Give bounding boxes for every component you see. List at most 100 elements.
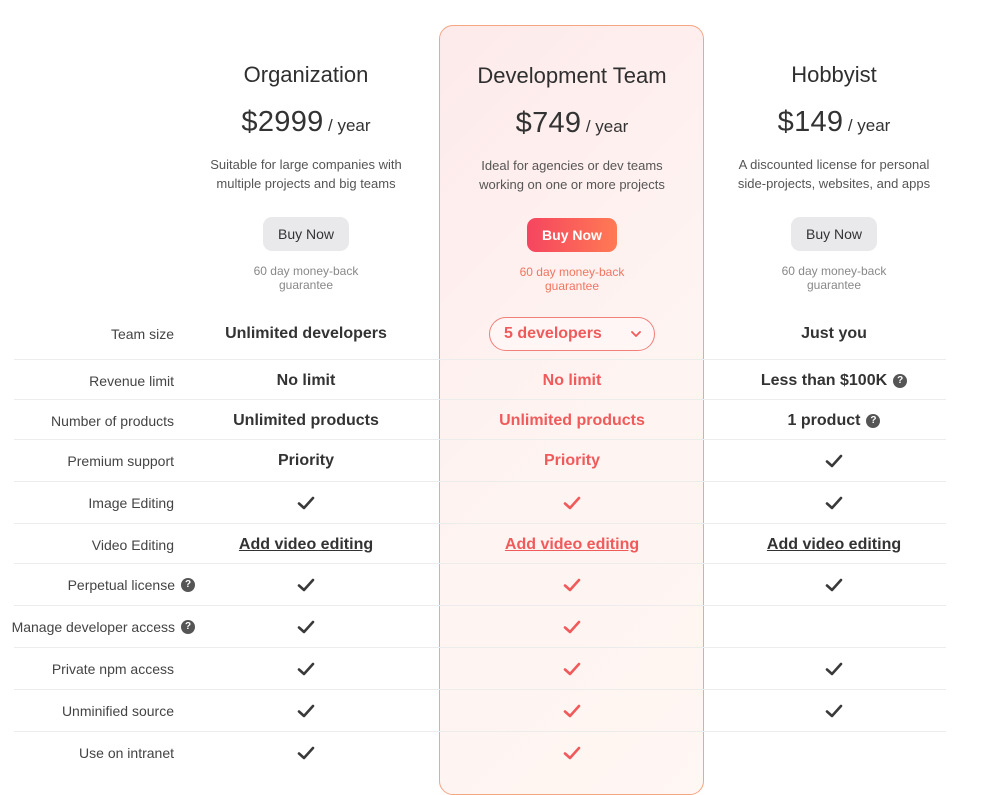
description-line: A discounted license for personal: [738, 157, 930, 172]
feature-row-revenue-limit: Revenue limit No limit No limit Less tha…: [14, 359, 946, 401]
add-video-editing-link[interactable]: Add video editing: [505, 536, 639, 554]
guarantee-note: 60 day money-back guarantee: [442, 265, 702, 293]
check-icon: [297, 578, 315, 591]
guarantee-line: guarantee: [806, 278, 862, 292]
plan-title: Organization: [243, 62, 369, 87]
guarantee-note: 60 day money-back guarantee: [704, 264, 964, 292]
team-image-editing: [442, 482, 702, 523]
price-amount: $149: [777, 106, 844, 138]
org-dev-access: [176, 606, 436, 647]
check-icon: [563, 746, 581, 759]
feature-label: Manage developer access: [11, 618, 175, 635]
price-period: / year: [847, 116, 891, 135]
description-line: Suitable for large companies with: [210, 157, 402, 172]
check-icon: [825, 662, 843, 675]
team-unminified: [442, 690, 702, 731]
buy-now-button-hobbyist[interactable]: Buy Now: [790, 217, 878, 251]
check-icon: [297, 704, 315, 717]
hobby-image-editing: [704, 482, 964, 523]
check-icon: [825, 704, 843, 717]
hobby-dev-access: [704, 606, 964, 647]
feature-label: Revenue limit: [89, 372, 174, 389]
hobby-revenue-limit-cell: Less than $100K ?: [704, 360, 964, 401]
feature-row-private-npm-access: Private npm access: [14, 647, 946, 689]
plan-description: A discounted license for personal side-p…: [704, 155, 964, 193]
price-period: / year: [585, 117, 629, 136]
check-icon: [825, 496, 843, 509]
plan-title: Hobbyist: [791, 62, 877, 87]
org-video-editing-cell: Add video editing: [176, 524, 436, 565]
team-revenue-limit: No limit: [542, 371, 602, 389]
price-amount: $2999: [241, 106, 324, 138]
check-icon: [297, 620, 315, 633]
add-video-editing-link[interactable]: Add video editing: [767, 536, 901, 554]
org-products: Unlimited products: [233, 411, 379, 429]
team-size-value: 5 developers: [504, 325, 602, 342]
team-npm: [442, 648, 702, 689]
check-icon: [563, 704, 581, 717]
hobby-revenue-limit: Less than $100K: [760, 371, 888, 389]
feature-row-video-editing: Video Editing Add video editing Add vide…: [14, 523, 946, 565]
team-support: Priority: [543, 451, 600, 469]
feature-row-unminified-source: Unminified source: [14, 689, 946, 731]
plan-price: $2999 / year: [176, 106, 436, 139]
feature-label: Use on intranet: [79, 744, 174, 761]
price-amount: $749: [515, 107, 582, 139]
hobby-unminified: [704, 690, 964, 731]
plan-description: Ideal for agencies or dev teams working …: [442, 156, 702, 194]
feature-label: Private npm access: [51, 660, 174, 677]
feature-row-team-size: Team size Unlimited developers 5 develop…: [14, 313, 946, 355]
description-line: Ideal for agencies or dev teams: [481, 158, 663, 173]
team-intranet: [442, 732, 702, 773]
add-video-editing-link[interactable]: Add video editing: [239, 536, 373, 554]
team-perpetual: [442, 564, 702, 605]
feature-row-number-of-products: Number of products Unlimited products Un…: [14, 399, 946, 441]
feature-row-image-editing: Image Editing: [14, 481, 946, 523]
org-npm: [176, 648, 436, 689]
feature-label: Team size: [110, 326, 174, 342]
team-products: Unlimited products: [499, 411, 645, 429]
org-perpetual: [176, 564, 436, 605]
hobby-support: [704, 440, 964, 481]
check-icon: [563, 620, 581, 633]
chevron-down-icon: [631, 331, 641, 337]
feature-row-perpetual-license: Perpetual license ?: [14, 563, 946, 605]
check-icon: [563, 578, 581, 591]
check-icon: [825, 454, 843, 467]
plan-development-team: Development Team $749 / year Ideal for a…: [442, 63, 702, 293]
hobby-intranet: [704, 732, 964, 773]
hobby-products: 1 product: [787, 411, 861, 429]
feature-row-manage-developer-access: Manage developer access ?: [11, 605, 946, 647]
team-video-editing-cell: Add video editing: [442, 524, 702, 565]
org-revenue-limit: No limit: [276, 371, 336, 389]
price-period: / year: [328, 116, 371, 135]
feature-label: Premium support: [67, 452, 174, 469]
check-icon: [297, 662, 315, 675]
description-line: multiple projects and big teams: [216, 176, 396, 191]
buy-now-button-development-team[interactable]: Buy Now: [527, 218, 617, 252]
guarantee-line: guarantee: [544, 279, 600, 293]
org-intranet: [176, 732, 436, 773]
help-circle-icon[interactable]: ?: [866, 413, 881, 428]
team-size-dropdown[interactable]: 5 developers: [489, 317, 655, 351]
description-line: side-projects, websites, and apps: [737, 176, 931, 191]
help-circle-icon[interactable]: ?: [893, 373, 908, 388]
check-icon: [563, 662, 581, 675]
org-unminified: [176, 690, 436, 731]
feature-row-premium-support: Premium support Priority Priority: [14, 439, 946, 481]
feature-label: Unminified source: [61, 702, 174, 719]
hobby-npm: [704, 648, 964, 689]
buy-now-button-organization[interactable]: Buy Now: [262, 217, 350, 251]
plan-organization: Organization $2999 / year Suitable for l…: [176, 62, 436, 292]
org-team-size: Unlimited developers: [225, 325, 387, 342]
team-dev-access: [442, 606, 702, 647]
check-icon: [297, 746, 315, 759]
guarantee-line: 60 day money-back: [519, 265, 625, 279]
team-size-cell: 5 developers: [442, 313, 702, 355]
feature-label: Number of products: [51, 412, 174, 429]
org-image-editing: [176, 482, 436, 523]
feature-label: Video Editing: [91, 536, 174, 553]
check-icon: [825, 578, 843, 591]
hobby-products-cell: 1 product ?: [704, 400, 964, 441]
plan-hobbyist: Hobbyist $149 / year A discounted licens…: [704, 62, 964, 292]
